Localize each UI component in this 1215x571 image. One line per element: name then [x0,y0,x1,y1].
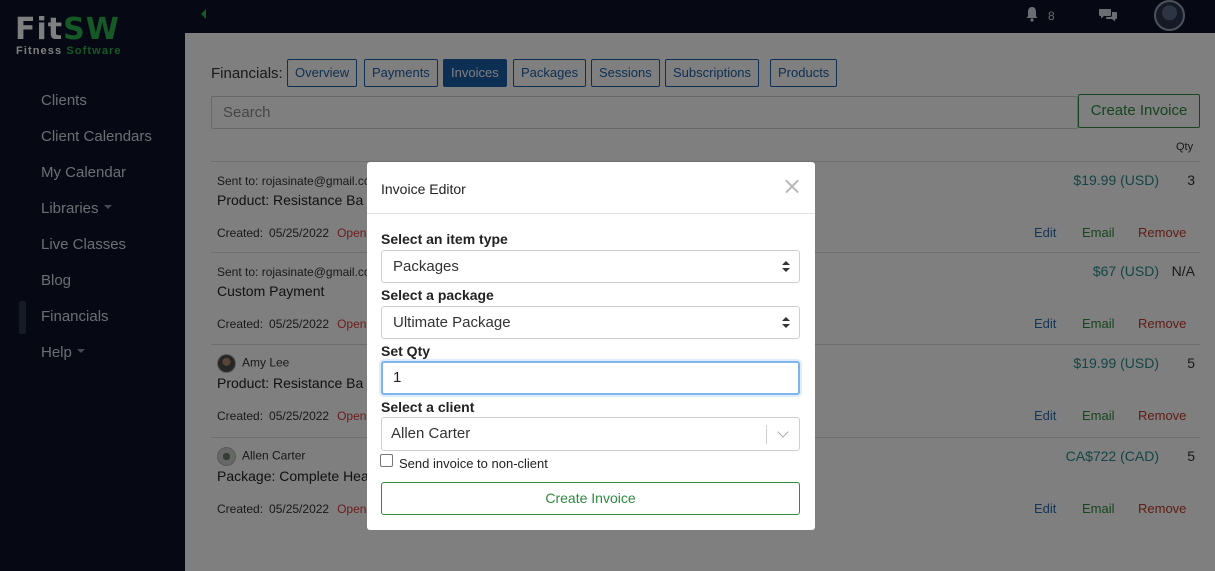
non-client-checkbox[interactable] [380,454,393,467]
modal-create-invoice-button[interactable]: Create Invoice [381,482,800,515]
non-client-label[interactable]: Send invoice to non-client [399,456,548,471]
item-type-select[interactable]: Packages [381,250,800,283]
select-arrows-icon [782,317,790,329]
modal-header: Invoice Editor × [367,162,815,214]
client-label: Select a client [381,399,475,415]
package-select[interactable]: Ultimate Package [381,306,800,339]
close-icon[interactable]: × [782,174,802,198]
item-type-label: Select an item type [381,231,508,247]
chevron-down-icon [777,426,789,438]
qty-label: Set Qty [381,343,431,359]
client-select[interactable]: Allen Carter [381,417,800,451]
select-separator [766,425,767,444]
modal-title: Invoice Editor [381,181,466,197]
invoice-editor-modal: Invoice Editor × Select an item type Pac… [367,162,815,530]
package-label: Select a package [381,287,494,303]
qty-input[interactable]: 1 [381,361,800,395]
select-arrows-icon [782,261,790,273]
